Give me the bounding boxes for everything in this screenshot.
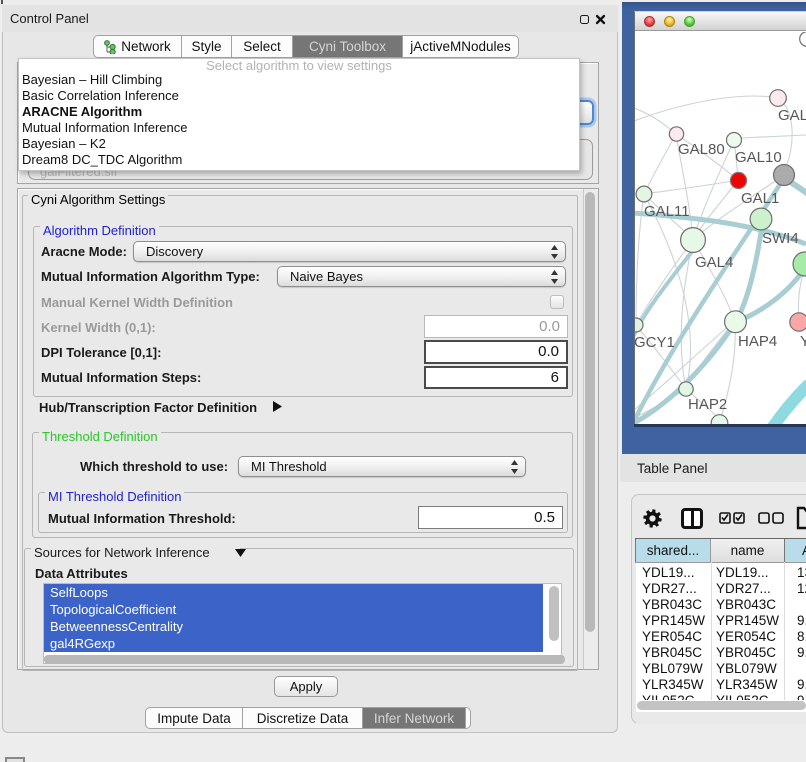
svg-text:GAL4: GAL4 (695, 254, 733, 271)
svg-text:GAL11: GAL11 (644, 203, 690, 220)
svg-text:GAL: GAL (778, 107, 806, 124)
svg-text:GCY1: GCY1 (635, 334, 675, 351)
svg-text:GAL10: GAL10 (735, 149, 782, 166)
svg-text:GAL80: GAL80 (678, 141, 725, 158)
svg-text:GAL1: GAL1 (741, 190, 779, 207)
svg-text:HAP2: HAP2 (688, 396, 727, 413)
svg-text:HAP4: HAP4 (738, 333, 777, 350)
svg-text:SWI4: SWI4 (762, 230, 799, 247)
svg-text:Y: Y (800, 333, 806, 350)
